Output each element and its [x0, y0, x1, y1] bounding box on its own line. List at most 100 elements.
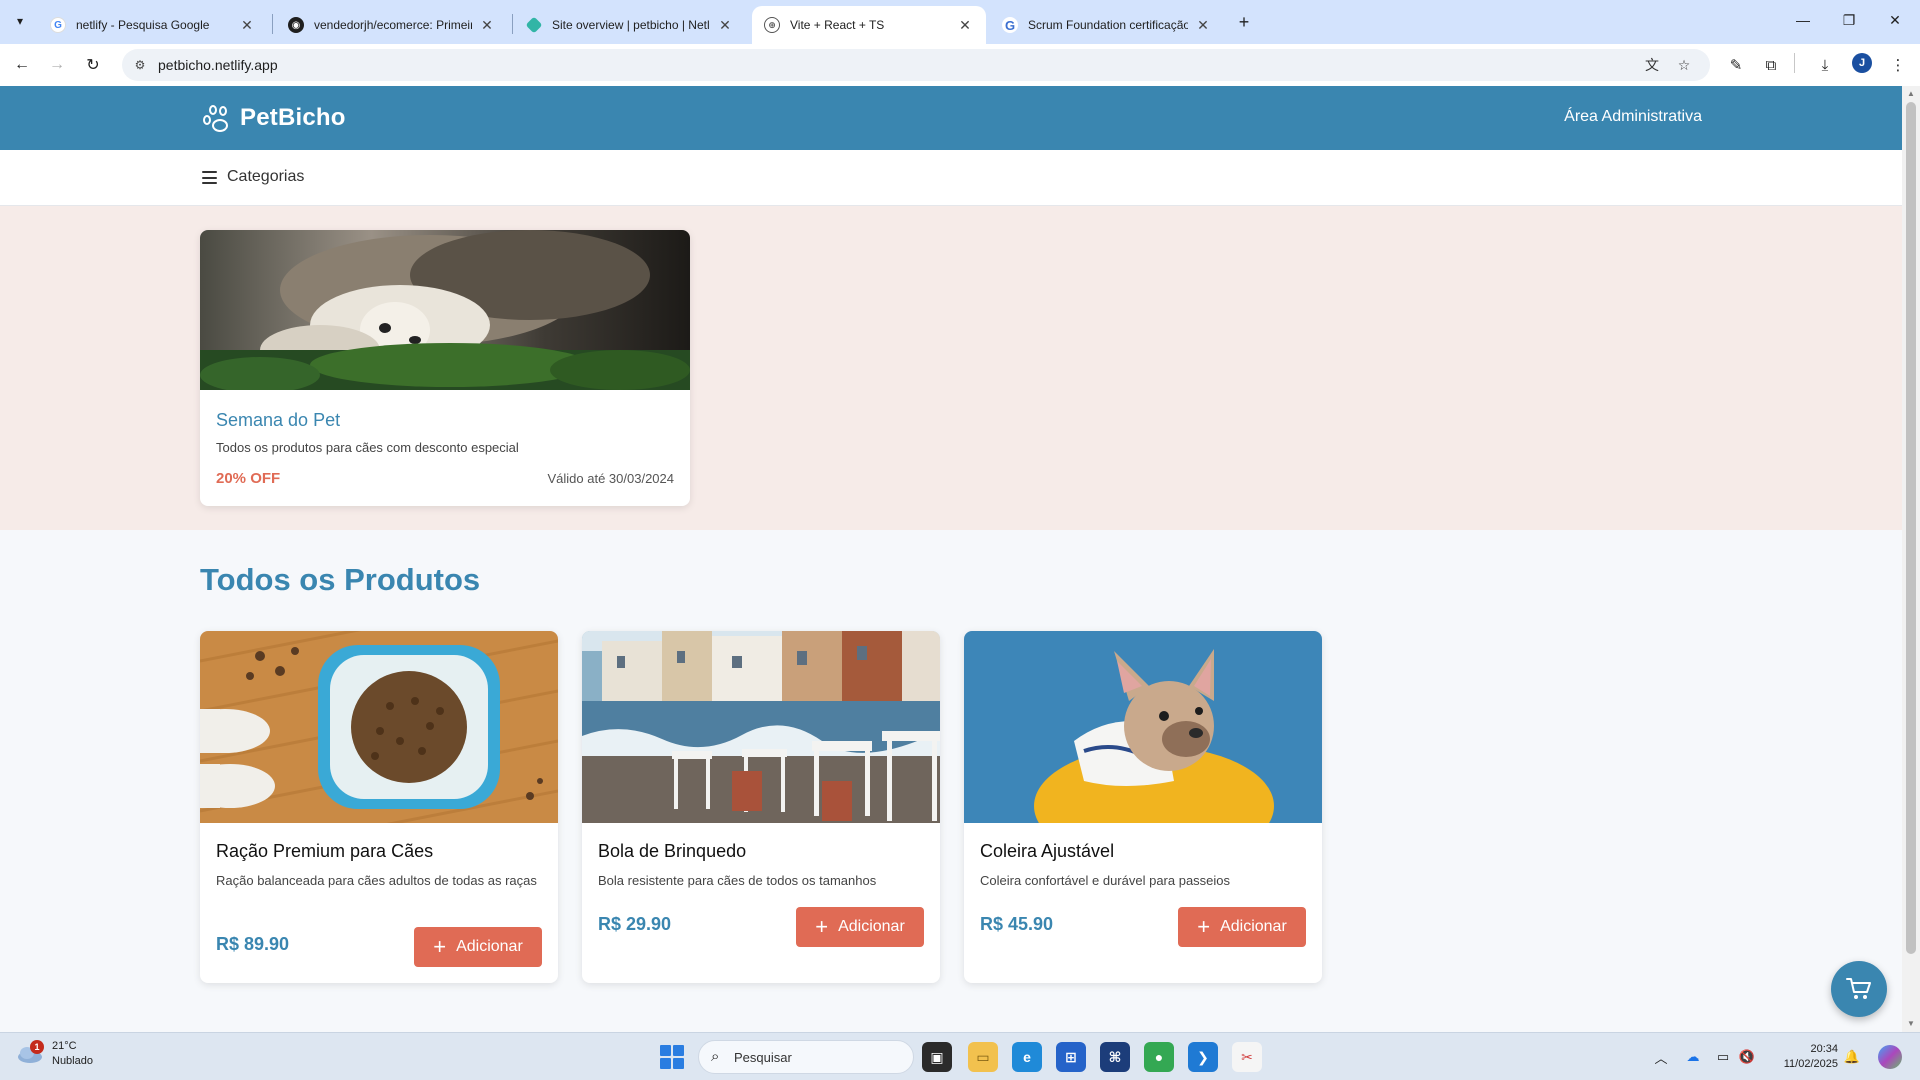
promo-card[interactable]: Semana do Pet Todos os produtos para cãe…: [200, 230, 690, 506]
product-price: R$ 29.90: [598, 914, 672, 934]
scroll-up-arrow-icon[interactable]: ▲: [1906, 89, 1916, 99]
hamburger-menu-icon[interactable]: [202, 171, 217, 184]
page-scrollbar[interactable]: ▲ ▼: [1902, 86, 1920, 1032]
system-clock[interactable]: 20:34 11/02/2025: [1768, 1042, 1838, 1072]
file-explorer-icon[interactable]: ▭: [968, 1042, 998, 1072]
cloud-icon: 1: [16, 1040, 44, 1064]
url-text[interactable]: petbicho.netlify.app: [158, 57, 278, 73]
vscode-icon[interactable]: ❯: [1188, 1042, 1218, 1072]
toolbar-separator: [1794, 53, 1795, 73]
taskbar-search-box[interactable]: ⌕ Pesquisar: [698, 1040, 914, 1074]
windows-start-icon[interactable]: [660, 1045, 684, 1069]
clock-date: 11/02/2025: [1783, 1058, 1838, 1070]
forward-arrow-icon[interactable]: →: [43, 51, 71, 79]
admin-area-link[interactable]: Área Administrativa: [1564, 108, 1702, 126]
snipping-tool-icon[interactable]: ✂: [1232, 1042, 1262, 1072]
browser-tab-vite-active[interactable]: ⊕ Vite + React + TS ✕: [752, 6, 986, 44]
browser-tab-github[interactable]: ◉ vendedorjh/ecomerce: Primeiro ✕: [276, 6, 508, 44]
product-price: R$ 89.90: [216, 934, 290, 954]
shopping-cart-button[interactable]: [1831, 961, 1887, 1017]
product-card[interactable]: Ração Premium para Cães Ração balanceada…: [200, 631, 558, 983]
close-tab-icon[interactable]: ✕: [716, 16, 734, 34]
microsoft-store-icon[interactable]: ⊞: [1056, 1042, 1086, 1072]
product-card[interactable]: Bola de Brinquedo Bola resistente para c…: [582, 631, 940, 983]
volume-muted-icon[interactable]: 🔇: [1738, 1048, 1756, 1066]
tab-title: vendedorjh/ecomerce: Primeiro: [314, 18, 472, 32]
add-to-cart-button[interactable]: + Adicionar: [796, 907, 924, 947]
site-settings-icon[interactable]: ⚙: [130, 55, 150, 75]
site-logo[interactable]: PetBicho: [200, 103, 346, 133]
github-icon: ◉: [288, 17, 304, 33]
scrum-icon: G: [1002, 17, 1018, 33]
restore-window-icon[interactable]: ❐: [1826, 0, 1872, 40]
plus-icon: +: [815, 914, 829, 939]
profile-avatar[interactable]: J: [1852, 53, 1872, 73]
minimize-window-icon[interactable]: —: [1780, 0, 1826, 40]
product-name: Bola de Brinquedo: [598, 841, 747, 861]
edge-browser-icon[interactable]: e: [1012, 1042, 1042, 1072]
taskbar-search-label: Pesquisar: [734, 1050, 792, 1065]
netlify-icon: [525, 16, 543, 34]
all-products-heading: Todos os Produtos: [200, 562, 481, 597]
tab-separator: [272, 14, 273, 34]
add-button-label: Adicionar: [456, 938, 523, 955]
categories-menu-button[interactable]: Categorias: [227, 168, 304, 186]
tab-title: netlify - Pesquisa Google: [76, 18, 210, 32]
new-tab-button[interactable]: +: [1232, 10, 1256, 34]
address-bar[interactable]: ⚙ petbicho.netlify.app 文 ☆: [122, 49, 1710, 81]
scrollbar-thumb[interactable]: [1906, 102, 1916, 954]
tab-search-chevron-icon[interactable]: ▾: [8, 9, 32, 33]
scroll-down-arrow-icon[interactable]: ▼: [1906, 1019, 1916, 1029]
task-view-icon[interactable]: ▣: [922, 1042, 952, 1072]
close-tab-icon[interactable]: ✕: [1194, 16, 1212, 34]
promo-valid-until: Válido até 30/03/2024: [547, 471, 675, 486]
plus-icon: +: [1197, 914, 1211, 939]
close-tab-icon[interactable]: ✕: [238, 16, 256, 34]
close-tab-icon[interactable]: ✕: [478, 16, 496, 34]
translate-icon[interactable]: 文: [1642, 55, 1662, 75]
back-arrow-icon[interactable]: ←: [8, 51, 36, 79]
bookmark-star-icon[interactable]: ☆: [1674, 55, 1694, 75]
network-icon[interactable]: ▭: [1714, 1048, 1732, 1066]
pen-tool-extension-icon[interactable]: ✎: [1722, 51, 1750, 79]
onedrive-cloud-icon[interactable]: ☁: [1684, 1048, 1702, 1066]
product-image-waterfront: [582, 631, 940, 823]
add-button-label: Adicionar: [1220, 918, 1287, 935]
globe-icon: ⊕: [764, 17, 780, 33]
close-window-icon[interactable]: ✕: [1872, 0, 1918, 40]
search-icon: ⌕: [711, 1048, 720, 1065]
product-name: Ração Premium para Cães: [216, 841, 434, 861]
close-tab-icon[interactable]: ✕: [956, 16, 974, 34]
reload-icon[interactable]: ↻: [79, 51, 107, 79]
clock-time: 20:34: [1810, 1043, 1838, 1055]
download-icon[interactable]: ⤓: [1811, 51, 1839, 79]
plus-icon: +: [433, 934, 447, 959]
extensions-puzzle-icon[interactable]: ⧉: [1757, 51, 1785, 79]
code-editor-icon[interactable]: ⌘: [1100, 1042, 1130, 1072]
shopping-cart-icon: [1846, 978, 1871, 999]
chrome-browser-icon[interactable]: ●: [1144, 1042, 1174, 1072]
browser-menu-icon[interactable]: ⋮: [1884, 51, 1912, 79]
notification-badge: 1: [30, 1040, 44, 1054]
product-image-dog-food: [200, 631, 558, 823]
show-hidden-icons-chevron-icon[interactable]: ︿: [1652, 1048, 1670, 1066]
notifications-bell-icon[interactable]: 🔔: [1843, 1048, 1861, 1066]
promo-image-cat-and-dog: [200, 230, 690, 390]
browser-tab-scrum[interactable]: G Scrum Foundation certificação ✕: [990, 6, 1224, 44]
add-to-cart-button[interactable]: + Adicionar: [1178, 907, 1306, 947]
add-to-cart-button[interactable]: + Adicionar: [414, 927, 542, 967]
weather-description: Nublado: [52, 1055, 93, 1067]
browser-tab-strip: ▾ G netlify - Pesquisa Google ✕ ◉ vended…: [0, 0, 1920, 44]
browser-tab-netlify[interactable]: Site overview | petbicho | Netlify ✕: [514, 6, 746, 44]
brand-name: PetBicho: [240, 104, 346, 131]
promotions-section: Semana do Pet Todos os produtos para cãe…: [0, 206, 1902, 530]
product-description: Bola resistente para cães de todos os ta…: [598, 873, 877, 888]
google-icon: G: [50, 17, 66, 33]
copilot-icon[interactable]: [1878, 1045, 1902, 1069]
tab-title: Vite + React + TS: [790, 18, 885, 32]
browser-tab-google[interactable]: G netlify - Pesquisa Google ✕: [38, 6, 268, 44]
promo-discount-badge: 20% OFF: [216, 470, 281, 487]
windows-taskbar: 1 21°C Nublado ⌕ Pesquisar ▣ ▭ e ⊞ ⌘ ● ❯…: [0, 1032, 1920, 1080]
product-card[interactable]: Coleira Ajustável Coleira confortável e …: [964, 631, 1322, 983]
weather-widget[interactable]: 1 21°C Nublado: [16, 1039, 93, 1069]
